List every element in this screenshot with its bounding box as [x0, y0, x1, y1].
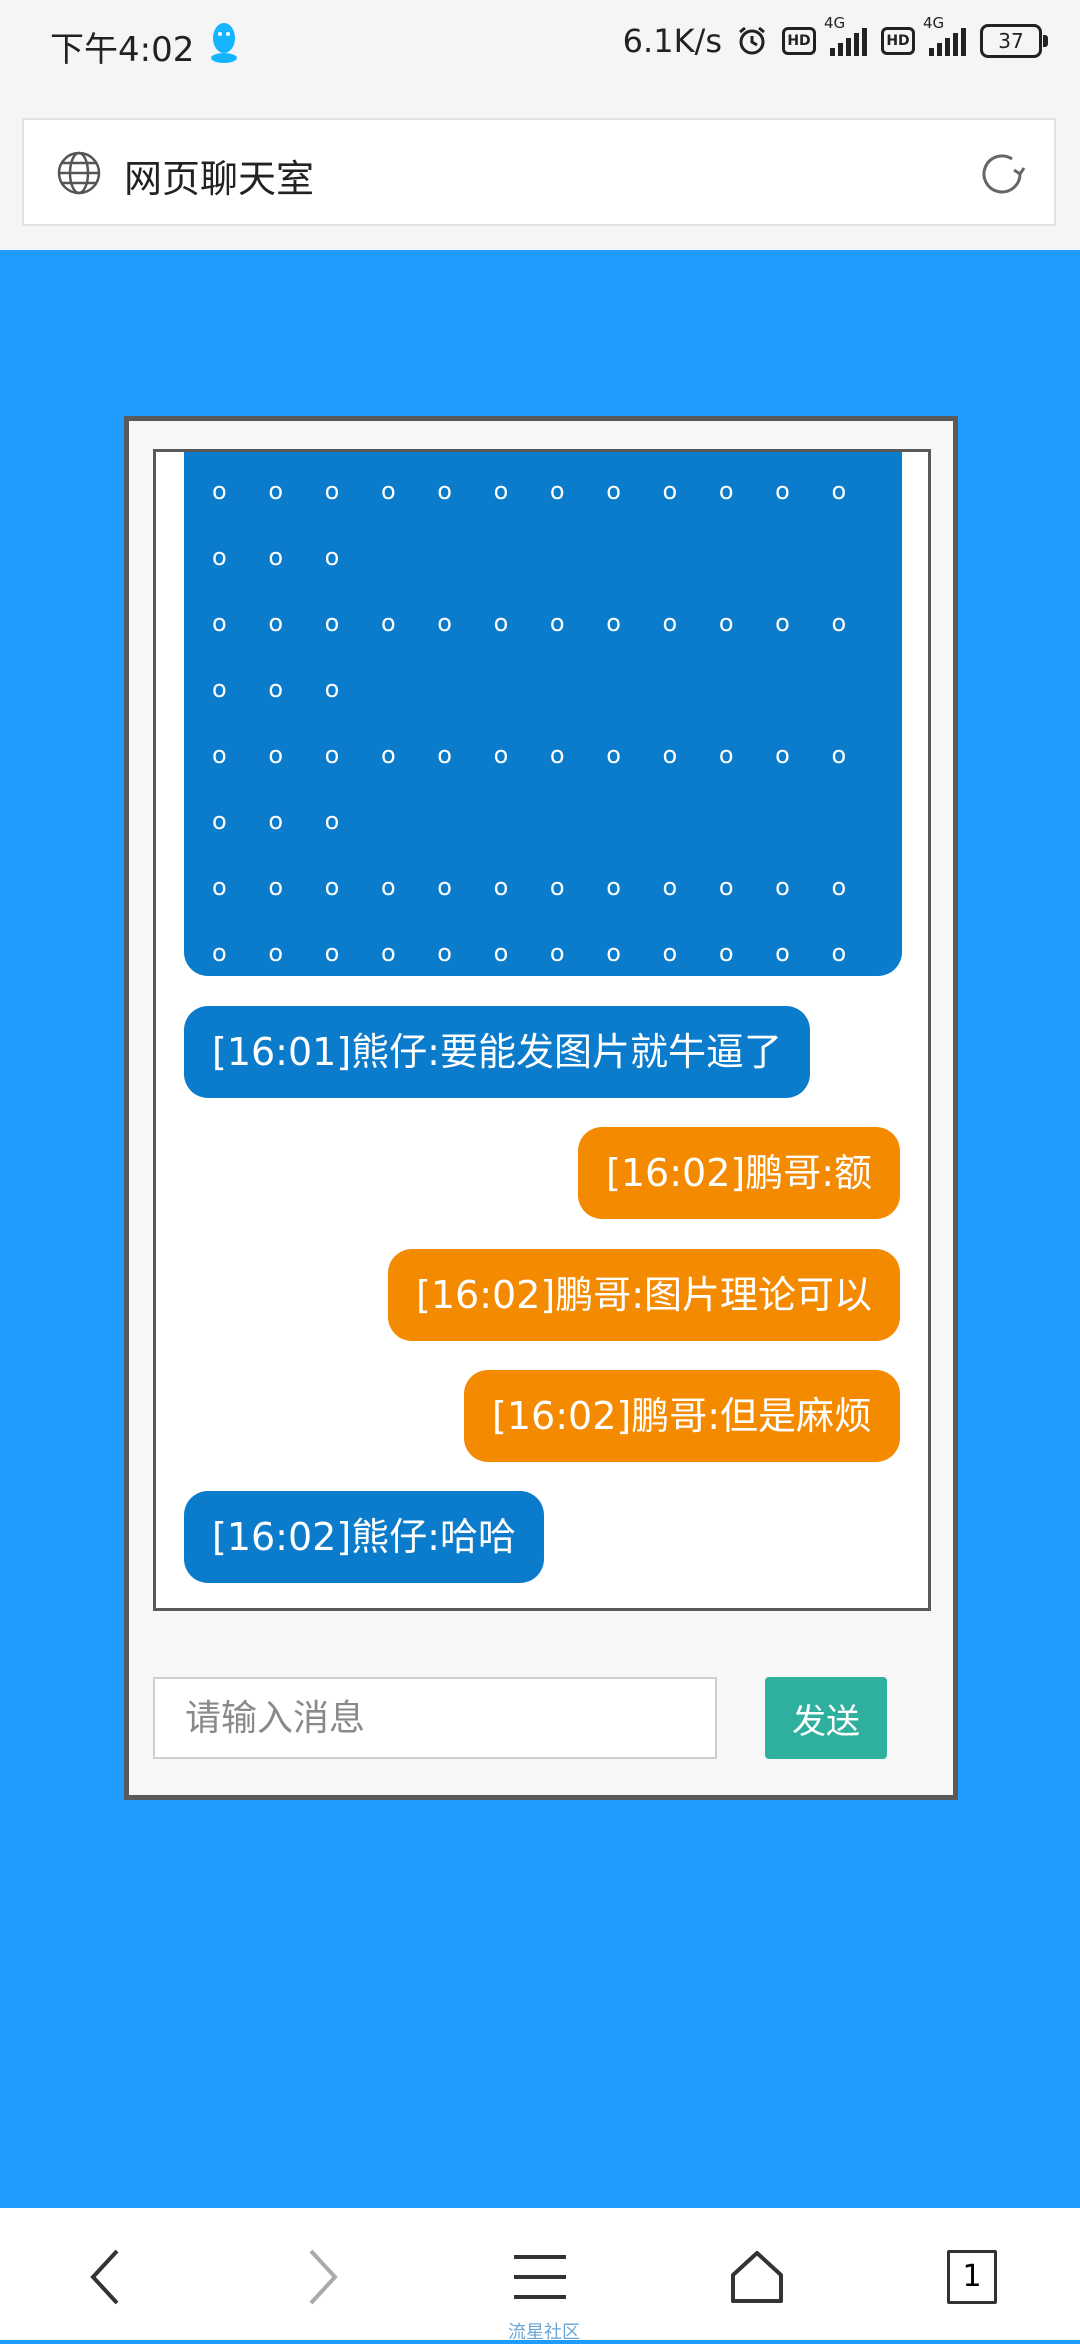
dots-line: o o o [212, 807, 357, 835]
dots-line: o o o o o o o o o o o o o o o o o [212, 609, 874, 637]
message-bubble: [16:02]鹏哥:图片理论可以 [388, 1249, 900, 1341]
page-title: 网页聊天室 [124, 157, 315, 201]
hd-icon-2: HD [881, 27, 915, 55]
signal-type: 4G [824, 14, 846, 32]
message-list[interactable]: o o o o o o o o o o o o o o o o o o o o … [153, 449, 931, 1611]
dots-line: o o o [212, 543, 357, 571]
send-button[interactable]: 发送 [765, 1677, 887, 1759]
watermark: 流星社区 [508, 2322, 580, 2343]
signal-icon: 4G [824, 14, 867, 56]
globe-icon [57, 151, 101, 195]
menu-button[interactable] [505, 2242, 575, 2312]
reload-icon[interactable] [976, 148, 1028, 200]
status-bar: 下午4:02 6.1K/s HD 4G HD 4G 37 [0, 0, 1080, 92]
dots-line: o o o o o o o o o o o o o o o o [212, 939, 874, 967]
home-icon [731, 2251, 783, 2303]
menu-icon [514, 2255, 566, 2299]
net-speed: 6.1K/s [622, 22, 722, 60]
dots-line: o o o o o o o o o o o o o o o o o [212, 741, 874, 769]
battery-icon: 37 [980, 24, 1048, 58]
address-bar[interactable]: 网页聊天室 [22, 118, 1056, 226]
message-input[interactable] [153, 1677, 717, 1759]
message-bubble: [16:02]鹏哥:额 [578, 1127, 900, 1219]
alarm-icon [739, 26, 765, 55]
message-bubble: [16:02]熊仔:哈哈 [184, 1491, 544, 1583]
message-bubble: [16:02]鹏哥:但是麻烦 [464, 1370, 900, 1462]
status-icons: 6.1K/s HD 4G HD 4G 37 [622, 14, 1048, 60]
chevron-left-icon [90, 2249, 119, 2305]
dots-line: o o o o o o o o o o o o o o o o o [212, 477, 874, 505]
message-bubble: [16:01]熊仔:要能发图片就牛逼了 [184, 1006, 810, 1098]
signal-type-2: 4G [923, 14, 945, 32]
qq-icon [211, 23, 237, 63]
dots-line: o o o o o o o o o o o o o o o o o [212, 873, 874, 901]
hd-icon: HD [782, 27, 816, 55]
signal-icon-2: 4G [923, 14, 966, 56]
tabs-button[interactable]: 1 [937, 2242, 1007, 2312]
status-time: 下午4:02 [50, 30, 195, 70]
back-button[interactable] [70, 2242, 140, 2312]
chevron-right-icon [309, 2249, 338, 2305]
input-row: 发送 [153, 1677, 931, 1761]
forward-button[interactable] [288, 2242, 358, 2312]
chat-panel: o o o o o o o o o o o o o o o o o o o o … [124, 416, 958, 1800]
message-bubble-dots: o o o o o o o o o o o o o o o o o o o o … [184, 452, 902, 976]
dots-line: o o o [212, 675, 357, 703]
browser-toolbar: 网页聊天室 [0, 92, 1080, 250]
home-button[interactable] [722, 2242, 792, 2312]
tabs-count: 1 [947, 2250, 997, 2304]
